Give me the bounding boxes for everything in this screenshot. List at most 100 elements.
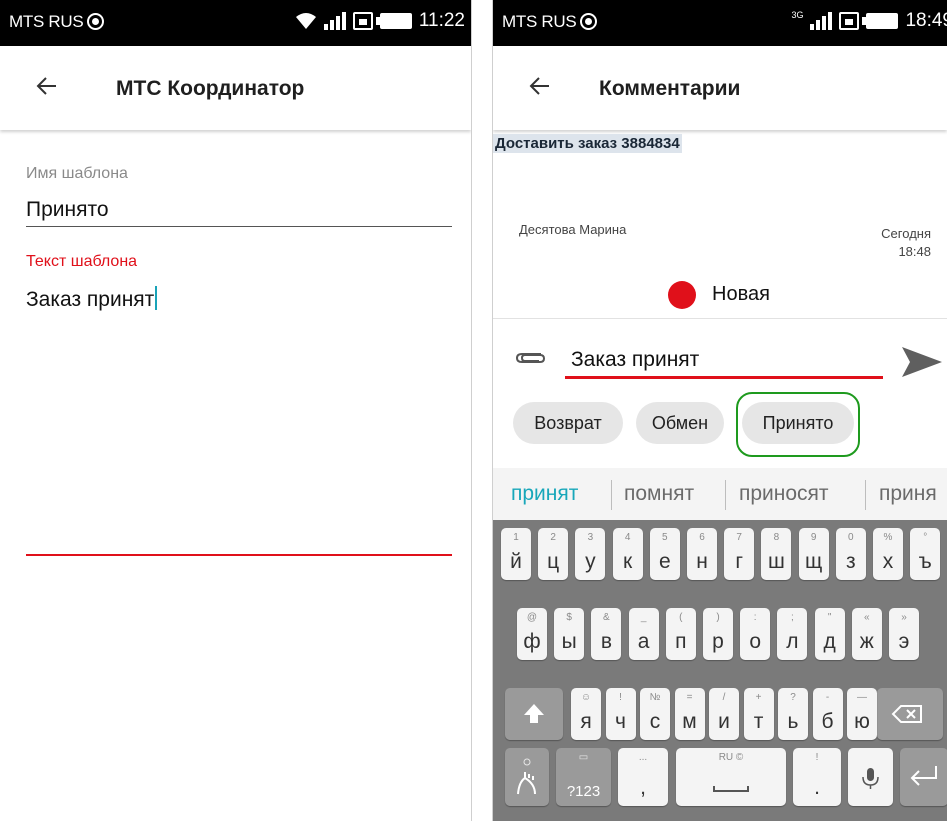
enter-key[interactable] <box>900 748 947 806</box>
key-ъ[interactable]: ° ъ <box>910 528 941 580</box>
key-ч[interactable]: ! ч <box>605 688 636 740</box>
chip-prinyato[interactable]: Принято <box>742 402 854 444</box>
status-indicator-icon <box>668 281 696 309</box>
template-text-label: Текст шаблона <box>26 253 138 270</box>
carrier-name: MTS RUS <box>9 12 84 31</box>
key-а[interactable]: _ а <box>628 608 659 660</box>
chip-obmen[interactable]: Обмен <box>636 402 724 444</box>
key-д[interactable]: " д <box>814 608 845 660</box>
suggestion-item[interactable]: помнят <box>624 482 694 506</box>
key-ы[interactable]: $ ы <box>554 608 585 660</box>
status-icons: 11:22 <box>295 10 465 32</box>
suggestion-divider <box>865 480 866 510</box>
key-н[interactable]: 6н <box>687 528 717 580</box>
key-ш[interactable]: 8ш <box>761 528 792 580</box>
key-label: э <box>898 630 910 653</box>
key-label: к <box>623 550 633 573</box>
key-hint: " <box>827 612 832 623</box>
period-key[interactable]: ! . <box>793 748 841 806</box>
key-hint: _ <box>640 612 647 623</box>
page-title: Комментарии <box>599 77 741 100</box>
key-и[interactable]: / и <box>709 688 739 740</box>
carrier-label: MTS RUS <box>9 12 105 32</box>
key-т[interactable]: + т <box>743 688 774 740</box>
status-icons: 3G 18:49 <box>791 10 947 32</box>
chip-vozvrat[interactable]: Возврат <box>513 402 623 444</box>
key-ф[interactable]: @ ф <box>517 608 547 660</box>
template-text-input[interactable]: Заказ принят <box>26 286 158 312</box>
key-б[interactable]: -б <box>812 688 843 740</box>
key-label: ч <box>615 710 626 733</box>
key-hint: = <box>686 692 693 703</box>
backspace-key[interactable] <box>877 688 943 740</box>
shift-key[interactable] <box>505 688 563 740</box>
send-button[interactable] <box>898 344 944 380</box>
key-г[interactable]: 7г <box>724 528 755 580</box>
key-у[interactable]: 3у <box>575 528 606 580</box>
key-ю[interactable]: — ю <box>847 688 877 740</box>
key-ь[interactable]: ? ь <box>778 688 808 740</box>
key-hint: ! <box>619 692 622 703</box>
key-м[interactable]: = м <box>674 688 705 740</box>
voice-key[interactable] <box>848 748 893 806</box>
key-щ[interactable]: 9щ <box>798 528 829 580</box>
key-label: р <box>712 630 724 653</box>
comma-key[interactable]: ... , <box>618 748 668 806</box>
key-label: з <box>845 550 856 573</box>
key-в[interactable]: & в <box>591 608 622 660</box>
template-text-value: Заказ принят <box>26 288 155 311</box>
period-key-label: . <box>814 776 820 799</box>
comment-input-underline <box>565 376 883 379</box>
template-name-input[interactable]: Принято <box>26 198 109 222</box>
key-label: е <box>658 550 671 573</box>
suggestion-item[interactable]: принят <box>511 482 578 506</box>
attach-button[interactable] <box>513 344 549 372</box>
key-э[interactable]: » э <box>889 608 919 660</box>
key-label: т <box>753 710 764 733</box>
template-name-underline <box>26 226 452 227</box>
key-л[interactable]: ; л <box>777 608 808 660</box>
comment-input[interactable]: Заказ принят <box>571 348 699 372</box>
suggestion-item[interactable]: приня <box>879 482 937 506</box>
back-button[interactable] <box>28 66 68 106</box>
key-hint: 4 <box>624 532 631 543</box>
symbols-key[interactable]: ▭ ?123 <box>556 748 611 806</box>
key-hint: $ <box>566 612 572 623</box>
back-button[interactable] <box>521 66 561 106</box>
key-ц[interactable]: 2ц <box>538 528 569 580</box>
key-е[interactable]: 5е <box>649 528 680 580</box>
key-hint: : <box>753 612 757 623</box>
nfc-icon <box>87 13 105 30</box>
send-icon <box>902 347 942 377</box>
clock: 11:22 <box>418 10 465 31</box>
key-label: ц <box>547 550 560 573</box>
battery-icon <box>862 13 899 29</box>
key-с[interactable]: № с <box>640 688 670 740</box>
key-label: л <box>786 630 799 653</box>
enter-icon <box>910 766 937 786</box>
sim-icon <box>839 12 860 30</box>
backspace-icon <box>891 705 922 723</box>
key-hint: 8 <box>773 532 780 543</box>
key-й[interactable]: 1й <box>501 528 531 580</box>
key-з[interactable]: 0з <box>835 528 866 580</box>
comment-author: Десятова Марина <box>519 222 627 237</box>
app-bar: МТС Координатор <box>0 46 471 130</box>
key-label: х <box>882 550 894 573</box>
key-hint: — <box>857 692 867 703</box>
status-bar: MTS RUS 11:22 <box>0 0 471 46</box>
key-р[interactable]: ) р <box>703 608 733 660</box>
key-п[interactable]: (п <box>665 608 696 660</box>
key-hint: @ <box>526 612 538 623</box>
key-я[interactable]: ☺ я <box>571 688 601 740</box>
key-к[interactable]: 4к <box>612 528 643 580</box>
key-о[interactable]: :о <box>740 608 771 660</box>
key-hint: 2 <box>550 532 556 543</box>
key-х[interactable]: % х <box>873 528 903 580</box>
space-key[interactable]: RU © <box>676 748 786 806</box>
suggestion-item[interactable]: приносят <box>739 482 829 506</box>
key-ж[interactable]: «ж <box>851 608 882 660</box>
key-label: м <box>682 710 697 733</box>
gesture-key[interactable] <box>505 748 549 806</box>
clipboard-icon: ▭ <box>578 752 589 763</box>
